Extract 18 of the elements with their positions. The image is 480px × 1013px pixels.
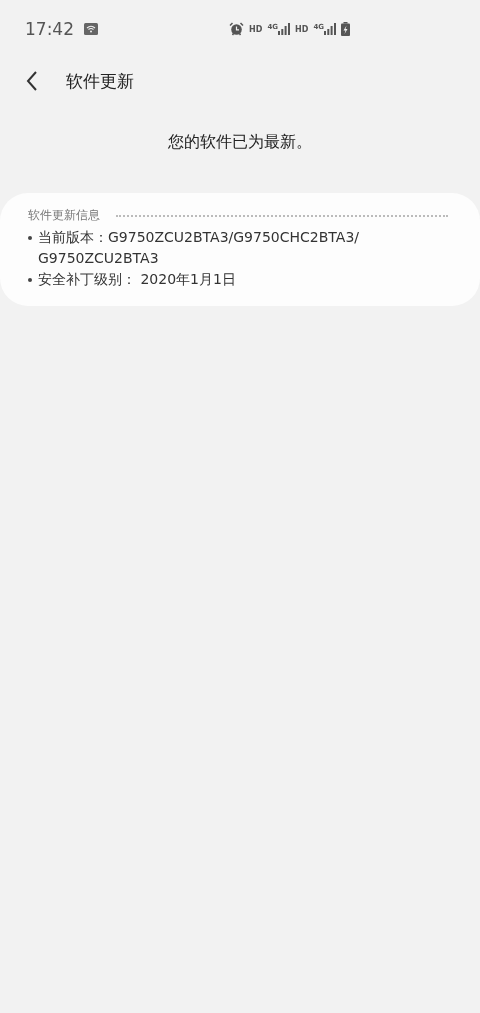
info-text: G9750ZCU2BTA3 bbox=[38, 249, 160, 268]
battery-icon bbox=[341, 22, 350, 36]
bullet-icon bbox=[28, 236, 32, 240]
bullet-icon bbox=[28, 278, 32, 282]
page-title: 软件更新 bbox=[66, 69, 134, 93]
wifi-icon bbox=[84, 23, 98, 35]
back-button[interactable] bbox=[26, 70, 40, 92]
card-heading: 软件更新信息 bbox=[28, 207, 100, 224]
info-text: 安全补丁级别： 2020年1月1日 bbox=[38, 270, 236, 289]
back-icon bbox=[26, 71, 38, 91]
info-text: 当前版本：G9750ZCU2BTA3/G9750CHC2BTA3/ bbox=[38, 228, 359, 247]
hd-label: HD bbox=[295, 24, 309, 34]
signal-icon bbox=[278, 23, 291, 35]
status-time: 17:42 bbox=[25, 19, 74, 39]
alarm-icon bbox=[229, 22, 245, 36]
hd-label: HD bbox=[249, 24, 263, 34]
signal-icon bbox=[324, 23, 336, 35]
status-message: 您的软件已为最新。 bbox=[167, 132, 313, 153]
